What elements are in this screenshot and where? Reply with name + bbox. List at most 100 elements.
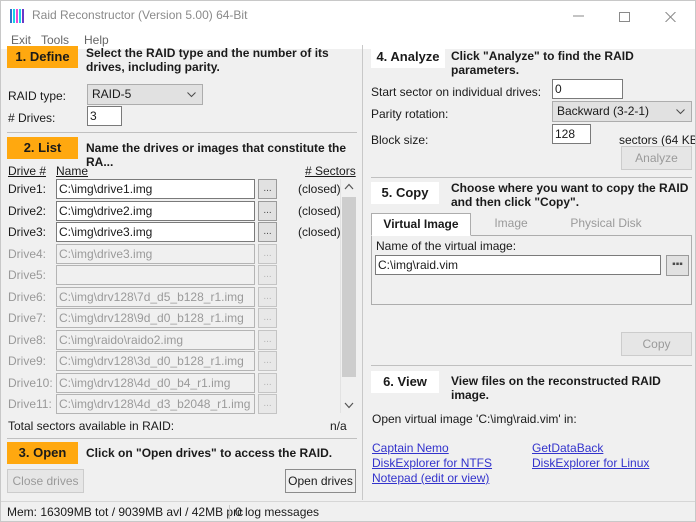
raid-stripes-icon bbox=[10, 9, 25, 23]
drive-label-9: Drive9: bbox=[8, 354, 46, 368]
copy-separator bbox=[371, 365, 692, 366]
copy-button[interactable]: Copy bbox=[621, 332, 692, 356]
step-list-badge: 2. List bbox=[7, 137, 78, 159]
drive-browse-button-6[interactable]: ... bbox=[258, 287, 277, 307]
close-button[interactable] bbox=[649, 1, 695, 31]
drive-browse-label-5: ... bbox=[259, 268, 276, 282]
chevron-down-icon bbox=[187, 92, 196, 98]
drive-label-1: Drive1: bbox=[8, 182, 46, 196]
list-separator bbox=[7, 438, 357, 439]
analyze-button[interactable]: Analyze bbox=[621, 146, 692, 170]
drive-label-4: Drive4: bbox=[8, 247, 46, 261]
drive-browse-button-3[interactable]: ... bbox=[258, 222, 277, 242]
link-diskexplorer-ntfs[interactable]: DiskExplorer for NTFS bbox=[372, 456, 492, 470]
drive-path-input-2[interactable] bbox=[56, 201, 255, 221]
drive-path-input-1[interactable] bbox=[56, 179, 255, 199]
drive-browse-button-5[interactable]: ... bbox=[258, 265, 277, 285]
drive-browse-button-11[interactable]: ... bbox=[258, 394, 277, 414]
block-size-label: Block size: bbox=[371, 133, 428, 147]
step-open-description: Click on "Open drives" to access the RAI… bbox=[86, 446, 358, 460]
drive-label-3: Drive3: bbox=[8, 225, 46, 239]
drive-browse-button-4[interactable]: ... bbox=[258, 244, 277, 264]
drive-browse-label-1: ... bbox=[259, 182, 276, 196]
maximize-button[interactable] bbox=[603, 1, 649, 31]
drive-browse-button-1[interactable]: ... bbox=[258, 179, 277, 199]
step-define-description: Select the RAID type and the number of i… bbox=[86, 46, 358, 74]
virtual-image-label: Name of the virtual image: bbox=[376, 239, 516, 253]
step-copy-badge: 5. Copy bbox=[371, 182, 439, 204]
parity-rotation-select[interactable]: Backward (3-2-1) bbox=[552, 101, 692, 122]
drive-browse-label-4: ... bbox=[259, 247, 276, 261]
drive-browse-label-11: ... bbox=[259, 397, 276, 411]
drive-path-input-7[interactable] bbox=[56, 308, 255, 328]
drive-browse-label-8: ... bbox=[259, 333, 276, 347]
scroll-up-arrow[interactable] bbox=[341, 179, 357, 195]
tab-physical-disk[interactable]: Physical Disk bbox=[556, 213, 656, 236]
num-drives-label: # Drives: bbox=[8, 111, 55, 125]
drive-path-input-8[interactable] bbox=[56, 330, 255, 350]
virtual-image-input[interactable] bbox=[375, 255, 661, 275]
drive-path-input-5[interactable] bbox=[56, 265, 255, 285]
drive-browse-label-2: ... bbox=[259, 204, 276, 218]
raid-type-select[interactable]: RAID-5 bbox=[87, 84, 203, 105]
drive-path-input-3[interactable] bbox=[56, 222, 255, 242]
close-drives-button[interactable]: Close drives bbox=[7, 469, 84, 493]
drive-label-7: Drive7: bbox=[8, 311, 46, 325]
drive-path-input-6[interactable] bbox=[56, 287, 255, 307]
drive-path-input-9[interactable] bbox=[56, 351, 255, 371]
drive-list-scrollbar[interactable] bbox=[340, 179, 356, 413]
drive-browse-label-7: ... bbox=[259, 311, 276, 325]
status-bar: Mem: 16309MB tot / 9039MB avl / 42MB prc… bbox=[1, 501, 695, 521]
close-icon bbox=[665, 12, 677, 22]
scroll-down-arrow[interactable] bbox=[341, 397, 357, 413]
drive-sectors-3: (closed) bbox=[298, 225, 341, 239]
drive-sectors-1: (closed) bbox=[298, 182, 341, 196]
drive-browse-button-2[interactable]: ... bbox=[258, 201, 277, 221]
start-sector-input[interactable] bbox=[552, 79, 623, 99]
scrollbar-thumb[interactable] bbox=[342, 197, 356, 377]
drive-browse-button-10[interactable]: ... bbox=[258, 373, 277, 393]
parity-rotation-value: Backward (3-2-1) bbox=[557, 104, 649, 118]
link-captain-nemo[interactable]: Captain Nemo bbox=[372, 441, 449, 455]
link-getdataback[interactable]: GetDataBack bbox=[532, 441, 603, 455]
link-notepad[interactable]: Notepad (edit or view) bbox=[372, 471, 489, 485]
link-diskexplorer-linux[interactable]: DiskExplorer for Linux bbox=[532, 456, 649, 470]
drive-browse-label-10: ... bbox=[259, 376, 276, 390]
drive-browse-label-3: ... bbox=[259, 225, 276, 239]
step-view-badge: 6. View bbox=[371, 371, 439, 393]
drive-path-input-10[interactable] bbox=[56, 373, 255, 393]
chevron-up-icon bbox=[341, 179, 357, 195]
step-view-description: View files on the reconstructed RAID ima… bbox=[451, 374, 693, 402]
drive-label-11: Drive11: bbox=[8, 397, 52, 411]
block-size-input[interactable] bbox=[552, 124, 591, 144]
tab-virtual-image[interactable]: Virtual Image bbox=[371, 213, 471, 236]
raid-type-value: RAID-5 bbox=[92, 87, 131, 101]
parity-rotation-label: Parity rotation: bbox=[371, 107, 448, 121]
drive-browse-button-8[interactable]: ... bbox=[258, 330, 277, 350]
drive-label-2: Drive2: bbox=[8, 204, 46, 218]
virtual-image-browse-button[interactable]: ▪▪▪ bbox=[666, 255, 689, 276]
drive-label-8: Drive8: bbox=[8, 333, 46, 347]
analyze-separator bbox=[371, 177, 692, 178]
minimize-button[interactable] bbox=[557, 1, 603, 31]
title-bar: Raid Reconstructor (Version 5.00) 64-Bit bbox=[1, 1, 695, 31]
tab-image[interactable]: Image bbox=[476, 213, 546, 236]
num-drives-input[interactable] bbox=[87, 106, 122, 126]
column-header-name: Name bbox=[56, 164, 88, 178]
define-separator bbox=[7, 132, 357, 133]
status-memory: Mem: 16309MB tot / 9039MB avl / 42MB prc bbox=[7, 505, 243, 519]
drive-browse-button-7[interactable]: ... bbox=[258, 308, 277, 328]
drive-browse-button-9[interactable]: ... bbox=[258, 351, 277, 371]
drive-path-input-4[interactable] bbox=[56, 244, 255, 264]
minimize-icon bbox=[573, 12, 585, 20]
window-title: Raid Reconstructor (Version 5.00) 64-Bit bbox=[32, 8, 247, 22]
chevron-down-icon bbox=[341, 397, 357, 413]
start-sector-label: Start sector on individual drives: bbox=[371, 85, 541, 99]
status-divider bbox=[229, 505, 230, 519]
column-header-sectors: # Sectors bbox=[305, 164, 356, 178]
drive-path-input-11[interactable] bbox=[56, 394, 255, 414]
drive-browse-label-6: ... bbox=[259, 290, 276, 304]
open-drives-button[interactable]: Open drives bbox=[285, 469, 356, 493]
drive-label-6: Drive6: bbox=[8, 290, 46, 304]
drive-label-5: Drive5: bbox=[8, 268, 46, 282]
